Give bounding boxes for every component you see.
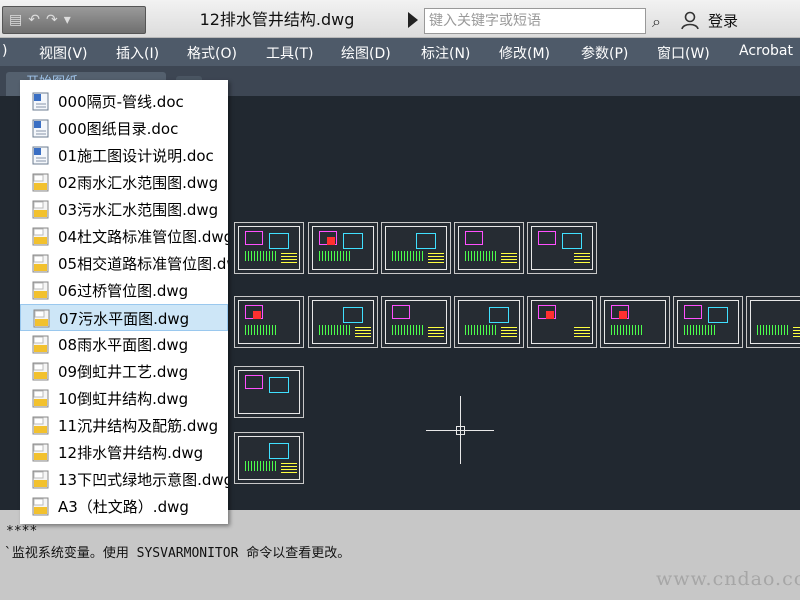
dwg-file-icon bbox=[33, 309, 50, 328]
search-expand-icon[interactable] bbox=[408, 12, 418, 28]
menu-item-acrobat[interactable]: Acrobat bbox=[739, 43, 793, 59]
drawing-sheet bbox=[234, 296, 304, 348]
dwg-file-icon bbox=[32, 227, 49, 246]
file-item[interactable]: 01施工图设计说明.doc bbox=[20, 142, 228, 169]
file-item-label: 04杜文路标准管位图.dwg bbox=[58, 228, 228, 246]
drawing-sheet bbox=[234, 366, 304, 418]
drawing-sheet bbox=[527, 222, 597, 274]
doc-file-icon bbox=[32, 92, 49, 111]
file-item-label: 07污水平面图.dwg bbox=[59, 310, 190, 328]
file-item[interactable]: A3（杜文路）.dwg bbox=[20, 493, 228, 520]
drawing-sheet bbox=[600, 296, 670, 348]
drawing-sheet bbox=[454, 222, 524, 274]
app-menu-icon[interactable]: ▤ bbox=[9, 12, 22, 28]
drawing-sheet bbox=[527, 296, 597, 348]
doc-file-icon bbox=[32, 146, 49, 165]
file-item-label: 000隔页-管线.doc bbox=[58, 93, 184, 111]
watermark: www.cndao.com bbox=[656, 568, 800, 590]
command-line-1: **** bbox=[6, 524, 38, 539]
menu-item-dimension[interactable]: 标注(N) bbox=[421, 43, 470, 63]
drawing-sheet bbox=[234, 222, 304, 274]
file-item[interactable]: 05相交道路标准管位图.dwg bbox=[20, 250, 228, 277]
dwg-file-icon bbox=[32, 335, 49, 354]
drawing-sheet bbox=[308, 222, 378, 274]
drawing-sheet bbox=[454, 296, 524, 348]
menu-item-insert[interactable]: 插入(I) bbox=[116, 43, 159, 63]
drawing-sheet bbox=[746, 296, 800, 348]
file-item-label: 13下凹式绿地示意图.dwg bbox=[58, 471, 228, 489]
file-item-label: 05相交道路标准管位图.dwg bbox=[58, 255, 228, 273]
file-item[interactable]: 000隔页-管线.doc bbox=[20, 88, 228, 115]
file-list-dropdown: 000隔页-管线.doc 000图纸目录.doc 01施工图设计说明.doc 02雨水… bbox=[20, 80, 228, 524]
menu-item-truncated[interactable]: ) bbox=[2, 43, 7, 59]
dwg-file-icon bbox=[32, 497, 49, 516]
drawing-sheet bbox=[673, 296, 743, 348]
command-line-2: `监视系统变量。使用 SYSVARMONITOR 命令以查看更改。 bbox=[4, 546, 351, 561]
file-item[interactable]: 03污水汇水范围图.dwg bbox=[20, 196, 228, 223]
file-item[interactable]: 04杜文路标准管位图.dwg bbox=[20, 223, 228, 250]
menu-item-parameters[interactable]: 参数(P) bbox=[581, 43, 628, 63]
file-item-label: 12排水管井结构.dwg bbox=[58, 444, 204, 462]
file-item-label: A3（杜文路）.dwg bbox=[58, 498, 189, 516]
drawing-sheet bbox=[308, 296, 378, 348]
file-item[interactable]: 11沉井结构及配筋.dwg bbox=[20, 412, 228, 439]
menu-item-draw[interactable]: 绘图(D) bbox=[341, 43, 391, 63]
menu-item-tools[interactable]: 工具(T) bbox=[266, 43, 313, 63]
file-item[interactable]: 13下凹式绿地示意图.dwg bbox=[20, 466, 228, 493]
dwg-file-icon bbox=[32, 416, 49, 435]
file-item[interactable]: 06过桥管位图.dwg bbox=[20, 277, 228, 304]
file-item-label: 000图纸目录.doc bbox=[58, 120, 179, 138]
file-item-label: 06过桥管位图.dwg bbox=[58, 282, 189, 300]
cad-window: ▤ ↶ ↷ ▾ 12排水管井结构.dwg 键入关键字或短语 ⌕ 登录 ) 视图(… bbox=[0, 0, 800, 600]
file-item-label: 08雨水平面图.dwg bbox=[58, 336, 189, 354]
file-item-label: 10倒虹井结构.dwg bbox=[58, 390, 189, 408]
menu-bar: ) 视图(V) 插入(I) 格式(O) 工具(T) 绘图(D) 标注(N) 修改… bbox=[0, 38, 800, 66]
dwg-file-icon bbox=[32, 362, 49, 381]
title-bar: ▤ ↶ ↷ ▾ 12排水管井结构.dwg 键入关键字或短语 ⌕ 登录 bbox=[0, 0, 800, 38]
menu-item-modify[interactable]: 修改(M) bbox=[499, 43, 550, 63]
doc-file-icon bbox=[32, 119, 49, 138]
dwg-file-icon bbox=[32, 389, 49, 408]
file-item[interactable]: 10倒虹井结构.dwg bbox=[20, 385, 228, 412]
file-item-label: 01施工图设计说明.doc bbox=[58, 147, 214, 165]
file-item-label: 11沉井结构及配筋.dwg bbox=[58, 417, 219, 435]
drawing-sheet bbox=[381, 296, 451, 348]
menu-item-window[interactable]: 窗口(W) bbox=[657, 43, 710, 63]
login-button[interactable]: 登录 bbox=[708, 10, 738, 31]
file-item[interactable]: 000图纸目录.doc bbox=[20, 115, 228, 142]
redo-icon[interactable]: ↷ bbox=[46, 12, 58, 28]
binoculars-icon[interactable]: ⌕ bbox=[652, 12, 661, 32]
file-item[interactable]: 02雨水汇水范围图.dwg bbox=[20, 169, 228, 196]
file-item[interactable]: 08雨水平面图.dwg bbox=[20, 331, 228, 358]
toolbar-dropdown-icon[interactable]: ▾ bbox=[64, 12, 71, 28]
document-title: 12排水管井结构.dwg bbox=[199, 10, 355, 29]
menu-item-view[interactable]: 视图(V) bbox=[39, 43, 88, 63]
drawing-sheet bbox=[234, 432, 304, 484]
dwg-file-icon bbox=[32, 173, 49, 192]
file-item[interactable]: 09倒虹井工艺.dwg bbox=[20, 358, 228, 385]
file-item[interactable]: 07污水平面图.dwg bbox=[20, 304, 228, 331]
dwg-file-icon bbox=[32, 254, 49, 273]
dwg-file-icon bbox=[32, 200, 49, 219]
menu-item-format[interactable]: 格式(O) bbox=[187, 43, 237, 63]
quick-access-toolbar: ▤ ↶ ↷ ▾ bbox=[2, 6, 146, 34]
file-item-label: 03污水汇水范围图.dwg bbox=[58, 201, 219, 219]
search-input[interactable]: 键入关键字或短语 bbox=[424, 8, 646, 34]
dwg-file-icon bbox=[32, 281, 49, 300]
file-item[interactable]: 12排水管井结构.dwg bbox=[20, 439, 228, 466]
file-item-label: 09倒虹井工艺.dwg bbox=[58, 363, 189, 381]
undo-icon[interactable]: ↶ bbox=[28, 12, 40, 28]
drawing-sheet bbox=[381, 222, 451, 274]
file-item-label: 02雨水汇水范围图.dwg bbox=[58, 174, 219, 192]
dwg-file-icon bbox=[32, 470, 49, 489]
user-icon[interactable] bbox=[680, 10, 700, 30]
dwg-file-icon bbox=[32, 443, 49, 462]
crosshair-pickbox bbox=[456, 426, 465, 435]
